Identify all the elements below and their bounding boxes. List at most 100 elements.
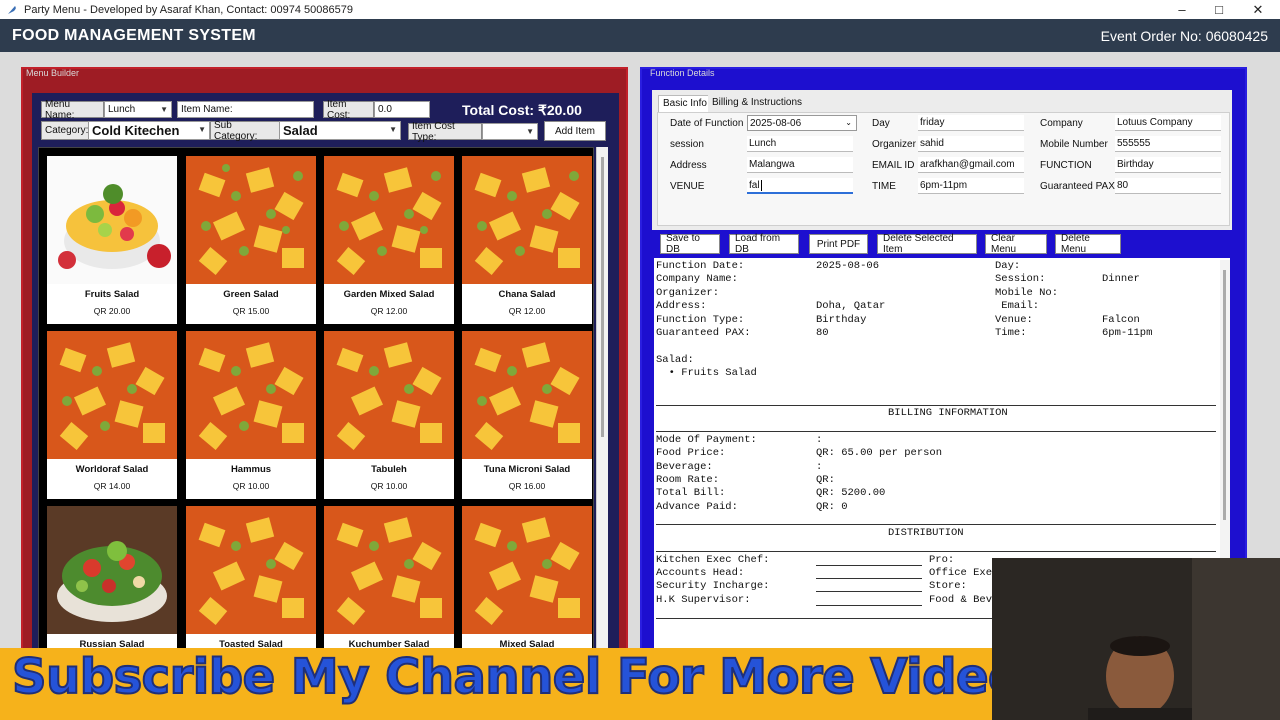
window-title: Party Menu - Developed by Asaraf Khan, C… [24,3,353,16]
preview-text: : [816,434,823,446]
preview-text: Organizer: [656,287,720,299]
preview-text: 6pm-11pm [1102,327,1153,339]
menu-item-card[interactable]: Russian Salad [47,506,177,656]
menu-item-name: Tabuleh [371,464,407,475]
preview-text: Address: [656,300,707,312]
address-value: Malangwa [749,159,795,170]
maximize-button[interactable]: □ [1199,0,1239,19]
tab-billing-instructions[interactable]: Billing & Instructions [708,95,807,113]
chevron-down-icon: ▼ [198,125,206,134]
chevron-down-icon: ⌄ [845,118,852,127]
minimize-button[interactable]: – [1162,0,1202,19]
pax-label: Guaranteed PAX [1040,181,1115,192]
preview-text: Total Bill: [656,487,726,499]
signature-line [816,578,922,579]
menu-name-combo[interactable]: Lunch ▼ [104,101,172,118]
preview-text: Falcon [1102,314,1140,326]
menu-item-card[interactable]: Fruits Salad QR 20.00 [47,156,177,324]
function-details-legend: Function Details [650,68,715,78]
curry-dish-image [324,156,454,284]
item-cost-input[interactable]: 0.0 [374,101,430,118]
add-item-button[interactable]: Add Item [544,121,606,141]
sub-category-label: Sub Category: [210,120,280,142]
save-to-db-button[interactable]: Save to DB [660,233,720,255]
close-icon: ✕ [1252,1,1264,17]
time-input[interactable]: 6pm-11pm [918,178,1024,194]
scrollbar-thumb[interactable] [1223,270,1226,520]
delete-selected-item-button[interactable]: Delete Selected Item [877,233,977,255]
curry-dish-image [186,506,316,634]
divider [656,524,1216,525]
venue-input[interactable]: fal [747,178,853,194]
mobile-label: Mobile Number [1040,139,1108,150]
close-button[interactable]: ✕ [1238,0,1278,19]
menu-grid-scrollbar[interactable] [596,147,608,657]
mobile-input[interactable]: 555555 [1115,136,1221,152]
menu-item-name: Worldoraf Salad [75,464,149,475]
menu-item-card[interactable]: Tabuleh QR 10.00 [324,331,454,499]
menu-item-card[interactable]: Chana Salad QR 12.00 [462,156,592,324]
date-label: Date of Function [670,118,744,129]
scrollbar-thumb[interactable] [601,157,604,437]
item-cost-type-combo[interactable]: ▼ [482,123,538,140]
menu-item-price: QR 16.00 [508,481,546,491]
mobile-value: 555555 [1117,138,1151,149]
print-pdf-button[interactable]: Print PDF [809,234,868,254]
signature-line [816,605,922,606]
chevron-down-icon: ▼ [160,105,168,114]
menu-item-card[interactable]: Garden Mixed Salad QR 12.00 [324,156,454,324]
preview-text: QR: 0 [816,501,848,513]
sub-category-value: Salad [283,123,318,138]
preview-text: Birthday [816,314,867,326]
email-input[interactable]: arafkhan@gmail.com [918,157,1024,173]
preview-text: Dinner [1102,273,1140,285]
menu-item-name: Hammus [230,464,272,475]
tab-basic-info[interactable]: Basic Info [658,95,712,113]
email-label: EMAIL ID [872,160,915,171]
distribution-heading: DISTRIBUTION [888,527,964,539]
fruit-bowl-image [47,156,177,284]
preview-text: QR: 65.00 per person [816,447,943,459]
preview-text: Email: [995,300,1040,312]
pax-input[interactable]: 80 [1115,178,1221,194]
preview-text: Session: [995,273,1046,285]
preview-section-item: • Fruits Salad [656,367,757,379]
preview-text: Office Exe [929,567,993,579]
preview-scrollbar[interactable] [1220,260,1230,560]
curry-dish-image [324,506,454,634]
session-input[interactable]: Lunch [747,136,853,152]
menu-item-card[interactable]: Toasted Salad [186,506,316,656]
organizer-value: sahid [920,138,944,149]
delete-menu-button[interactable]: Delete Menu [1055,233,1121,255]
day-label: Day [872,118,890,129]
curry-dish-image [462,331,592,459]
curry-dish-image [462,506,592,634]
menu-item-card[interactable]: Tuna Microni Salad QR 16.00 [462,331,592,499]
webcam-overlay [992,558,1280,720]
function-input[interactable]: Birthday [1115,157,1221,173]
menu-item-card[interactable]: Mixed Salad [462,506,592,656]
menu-item-card[interactable]: Kuchumber Salad [324,506,454,656]
preview-text: Room Rate: [656,474,720,486]
menu-item-card[interactable]: Hammus QR 10.00 [186,331,316,499]
menu-item-card[interactable]: Worldoraf Salad QR 14.00 [47,331,177,499]
sub-category-combo[interactable]: Salad ▼ [279,121,401,140]
preview-text: Company Name: [656,273,738,285]
menu-items-grid: Fruits Salad QR 20.00 Green Salad QR 15.… [38,147,594,657]
address-input[interactable]: Malangwa [747,157,853,173]
category-combo[interactable]: Cold Kitechen ▼ [88,121,210,140]
menu-item-price: QR 15.00 [232,306,270,316]
item-name-input[interactable]: Item Name: [177,101,314,118]
preview-text: Day: [995,260,1021,272]
date-picker[interactable]: 2025-08-06 ⌄ [747,115,857,131]
green-salad-image [47,506,177,634]
day-input[interactable]: friday [918,115,1024,131]
organizer-input[interactable]: sahid [918,136,1024,152]
clear-menu-button[interactable]: Clear Menu [985,233,1047,255]
load-from-db-button[interactable]: Load from DB [729,233,799,255]
menu-item-card[interactable]: Green Salad QR 15.00 [186,156,316,324]
menu-item-name: Green Salad [223,289,279,300]
preview-text: Guaranteed PAX: [656,327,751,339]
company-input[interactable]: Lotuus Company [1115,115,1221,131]
preview-text: QR: [816,474,835,486]
